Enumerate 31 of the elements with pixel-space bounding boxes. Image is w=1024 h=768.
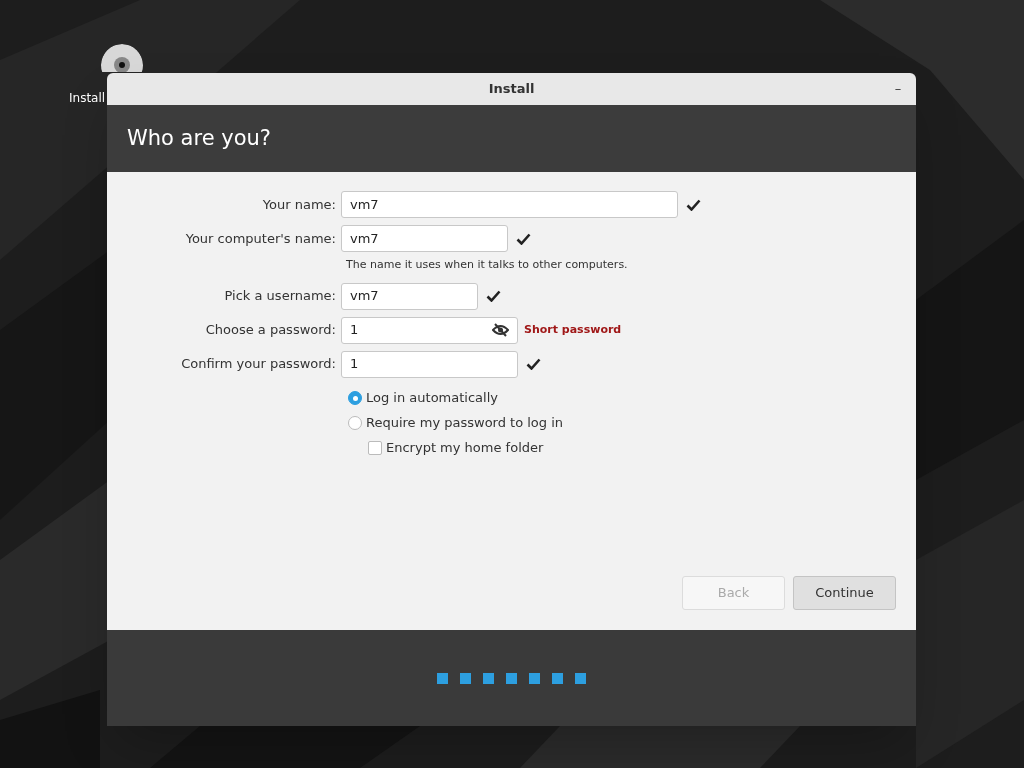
- icon-label[interactable]: Install: [62, 89, 106, 107]
- progress-step: [483, 672, 494, 684]
- option-label[interactable]: Log in automatically: [366, 388, 498, 408]
- field-label: Your computer's name:: [184, 229, 337, 248]
- field-label: Pick a username:: [223, 287, 337, 306]
- hint-text: The name it uses when it talks to other computers.: [346, 257, 628, 273]
- continue-button[interactable]: Continue: [793, 576, 896, 610]
- text-field[interactable]: vm7: [341, 225, 508, 252]
- hidden-eye-icon[interactable]: [492, 323, 509, 337]
- option-label[interactable]: Encrypt my home folder: [386, 438, 544, 458]
- text-field[interactable]: 1: [341, 350, 518, 378]
- progress-step: [506, 672, 517, 684]
- page-heading: Who are you?: [127, 124, 271, 152]
- option-label[interactable]: Require my password to log in: [366, 413, 564, 433]
- progress-step: [460, 672, 471, 684]
- radio-button[interactable]: [348, 416, 362, 430]
- field-label: Your name:: [261, 195, 337, 214]
- field-label: Confirm your password:: [180, 355, 337, 374]
- text-field[interactable]: 1: [341, 316, 518, 344]
- minimize-button[interactable]: –: [888, 79, 908, 99]
- progress-step: [552, 672, 563, 684]
- progress-step: [529, 672, 540, 684]
- radio-button[interactable]: [348, 391, 362, 405]
- progress-step: [437, 672, 448, 684]
- error-message: Short password: [524, 321, 622, 338]
- text-field[interactable]: vm7: [341, 191, 678, 218]
- field-label: Choose a password:: [204, 321, 337, 340]
- text-field[interactable]: vm7: [341, 282, 478, 310]
- window-title: Install: [488, 80, 535, 99]
- checkbox[interactable]: [368, 441, 382, 455]
- progress-step: [575, 672, 586, 684]
